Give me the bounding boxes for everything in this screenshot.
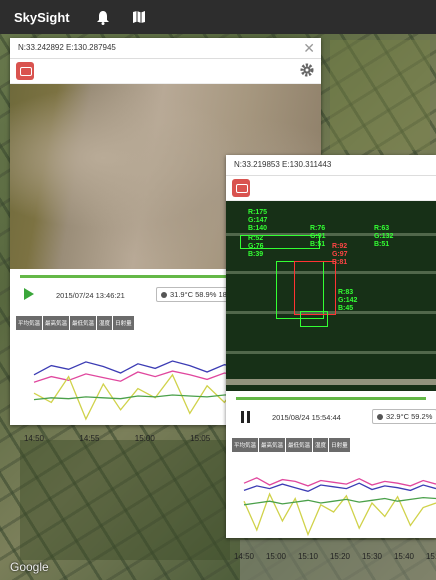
x-tick-label: 15:30 [361, 552, 383, 561]
sun-icon [377, 414, 383, 421]
metric-tab[interactable]: 平均気温 [16, 316, 43, 330]
metric-tab[interactable]: 最低気温 [70, 316, 97, 330]
rgb-label: R:52 G:76 B:39 [248, 235, 264, 258]
map-icon[interactable] [128, 6, 150, 28]
weather-badge: 32.9°C 59.2% [372, 409, 436, 424]
x-tick-label: 14:50 [233, 552, 255, 561]
metric-tab[interactable]: 湿度 [97, 316, 113, 330]
x-tick-label: 15:40 [393, 552, 415, 561]
metric-tab[interactable]: 平均気温 [232, 438, 259, 452]
metric-tab[interactable]: 最低気温 [286, 438, 313, 452]
x-tick-label: 14:55 [79, 434, 100, 443]
camera-app-icon[interactable] [232, 179, 250, 197]
observation-panel-2: N:33.219853 E:130.311443 R:175 G:147 B:1… [226, 155, 436, 561]
series-line-0 [243, 482, 436, 492]
playback-controls: 2015/08/24 15:54:44 32.9°C 59.2% [226, 404, 436, 432]
coordinates-text: N:33.242892 E:130.287945 [18, 43, 116, 52]
rgb-label: R:63 G:132 B:51 [374, 225, 394, 248]
metric-tab[interactable]: 日射量 [329, 438, 350, 452]
sun-icon [161, 292, 167, 299]
metric-tab[interactable]: 最高気温 [259, 438, 286, 452]
weather-text: 31.9°C 58.9% 18 [170, 290, 227, 299]
top-bar: SkySight [0, 0, 436, 34]
playback-datetime: 2015/08/24 15:54:44 [272, 413, 341, 422]
rgb-label-red: R:92 G:97 B:81 [332, 243, 348, 266]
rgb-label: R:76 G:91 B:51 [310, 225, 326, 248]
x-tick-label: 15:50 [425, 552, 436, 561]
chart-plot [243, 477, 436, 537]
bell-icon[interactable] [92, 6, 114, 28]
x-tick-label: 15:20 [329, 552, 351, 561]
app-title: SkySight [14, 9, 70, 25]
play-icon[interactable] [24, 288, 34, 300]
gear-icon[interactable] [299, 62, 315, 83]
coordinates-text: N:33.219853 E:130.311443 [234, 160, 332, 169]
rgb-label: R:175 G:147 B:140 [248, 209, 268, 232]
x-tick-label: 15:00 [134, 434, 155, 443]
rgb-label: R:83 G:142 B:45 [338, 289, 358, 312]
close-icon[interactable]: ✕ [303, 38, 315, 58]
x-tick-label: 15:00 [265, 552, 287, 561]
detection-box [300, 311, 328, 327]
coordinates-header: N:33.242892 E:130.287945 ✕ [10, 38, 321, 59]
camera-app-icon[interactable] [16, 62, 34, 80]
pause-icon[interactable] [240, 411, 251, 423]
panel-toolbar [10, 59, 321, 84]
map-attribution: Google [10, 560, 49, 574]
series-line-1 [243, 477, 436, 487]
analysis-photo: R:175 G:147 B:140 R:52 G:76 B:39 R:76 G:… [226, 201, 436, 391]
metric-tab[interactable]: 日射量 [113, 316, 134, 330]
playback-progress[interactable] [236, 397, 426, 400]
metric-tab[interactable]: 湿度 [313, 438, 329, 452]
weather-chart-2: 14:50 15:00 15:10 15:20 15:30 15:40 15:50 [226, 452, 436, 570]
x-tick-label: 14:50 [23, 434, 45, 443]
weather-text: 32.9°C 59.2% [386, 412, 433, 421]
metric-tabs: 平均気温 最高気温 最低気温 湿度 日射量 [226, 438, 436, 452]
panel-toolbar [226, 176, 436, 201]
weather-badge: 31.9°C 58.9% 18 [156, 287, 232, 302]
coordinates-header: N:33.219853 E:130.311443 [226, 155, 436, 176]
x-tick-label: 15:05 [190, 434, 211, 443]
detection-box-red [294, 261, 336, 315]
playback-datetime: 2015/07/24 13:46:21 [56, 291, 125, 300]
metric-tab[interactable]: 最高気温 [43, 316, 70, 330]
x-tick-label: 15:10 [297, 552, 319, 561]
